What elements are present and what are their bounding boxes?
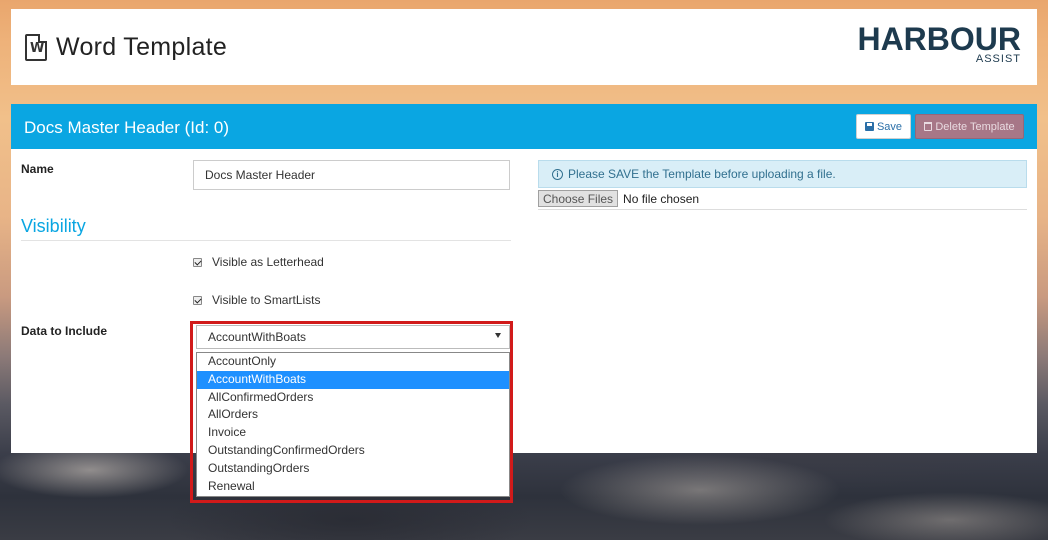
trash-icon <box>924 122 933 131</box>
visible-smartlists-label: Visible to SmartLists <box>212 293 321 307</box>
file-upload-row: Choose Files No file chosen <box>538 190 699 207</box>
logo-text: HARBOUR <box>857 21 1021 57</box>
caret-down-icon <box>495 333 501 338</box>
title-wrap: W Word Template <box>25 33 227 62</box>
visible-letterhead-checkbox[interactable] <box>193 257 202 267</box>
save-button[interactable]: Save <box>856 114 911 139</box>
panel-title: Docs Master Header (Id: 0) <box>24 118 230 137</box>
template-panel: Docs Master Header (Id: 0) Save Delete T… <box>11 104 1037 453</box>
data-to-include-label: Data to Include <box>21 324 108 338</box>
word-document-icon: W <box>25 34 47 61</box>
file-divider <box>538 209 1027 210</box>
page-header: W Word Template HARBOUR ASSIST <box>11 9 1037 85</box>
data-to-include-select[interactable]: AccountWithBoats <box>196 325 510 349</box>
dropdown-option[interactable]: OutstandingOrders <box>197 460 509 478</box>
delete-template-button[interactable]: Delete Template <box>915 114 1024 139</box>
file-status-text: No file chosen <box>623 191 700 206</box>
dropdown-option[interactable]: AccountWithBoats <box>197 370 509 389</box>
visible-letterhead-label: Visible as Letterhead <box>212 255 324 269</box>
harbour-assist-logo: HARBOUR ASSIST <box>857 23 1021 65</box>
info-circle-icon: i <box>552 168 563 180</box>
name-label: Name <box>21 162 54 176</box>
dropdown-option[interactable]: AllConfirmedOrders <box>197 389 509 407</box>
visibility-divider <box>21 240 511 241</box>
visible-smartlists-row[interactable]: Visible to SmartLists <box>193 293 321 307</box>
select-current-value: AccountWithBoats <box>208 330 307 344</box>
dropdown-options-list: AccountOnly AccountWithBoats AllConfirmedO… <box>196 352 510 497</box>
choose-files-button[interactable]: Choose Files <box>538 190 619 207</box>
upload-info-text: Please SAVE the Template before uploadin… <box>568 167 836 181</box>
name-input[interactable] <box>193 160 510 190</box>
dropdown-option[interactable]: AccountOnly <box>197 353 509 371</box>
dropdown-option[interactable]: OutstandingConfirmedOrders <box>197 442 509 460</box>
panel-header: Docs Master Header (Id: 0) Save Delete T… <box>11 104 1037 149</box>
dropdown-option[interactable]: Renewal <box>197 478 509 496</box>
page-title: Word Template <box>56 33 228 61</box>
visibility-heading: Visibility <box>21 216 86 236</box>
floppy-disk-icon <box>864 122 874 131</box>
dropdown-option[interactable]: Invoice <box>197 424 509 442</box>
dropdown-option[interactable]: AllOrders <box>197 406 509 424</box>
save-button-label: Save <box>876 120 903 133</box>
visible-letterhead-row[interactable]: Visible as Letterhead <box>193 255 324 269</box>
upload-info-alert: i Please SAVE the Template before upload… <box>538 160 1027 188</box>
delete-button-label: Delete Template <box>935 120 1015 133</box>
visible-smartlists-checkbox[interactable] <box>193 295 202 305</box>
